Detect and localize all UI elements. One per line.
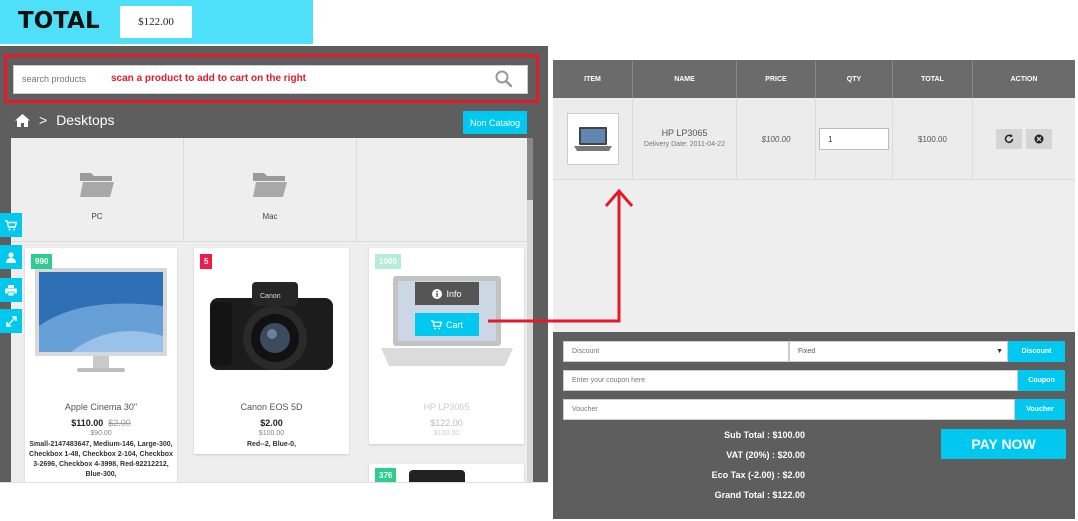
cart-item-delivery: Delivery Date: 2011-04-22 xyxy=(643,141,726,148)
pay-now-button[interactable]: PAY NOW xyxy=(941,429,1066,459)
product-subprice: $100.00 xyxy=(433,430,460,437)
product-card-partial[interactable]: 376 xyxy=(369,464,524,482)
product-name: Apple Cinema 30" xyxy=(64,402,138,412)
remove-icon xyxy=(1034,134,1044,144)
product-image xyxy=(409,470,465,482)
cart-item-image xyxy=(566,113,619,165)
cart-item-qty-cell: 1 xyxy=(816,98,893,180)
cart-row: HP LP3065 Delivery Date: 2011-04-22 $100… xyxy=(553,98,1075,180)
category-label: Mac xyxy=(262,212,278,221)
col-header-name: NAME xyxy=(633,60,737,98)
cart-item-actions xyxy=(973,98,1075,180)
vat-line: VAT (20%) : $20.00 xyxy=(726,450,805,460)
info-button[interactable]: Info xyxy=(415,282,479,305)
product-price: $2.00 xyxy=(260,418,283,428)
home-icon[interactable] xyxy=(15,113,30,127)
product-subprice: $100.00 xyxy=(258,430,285,437)
subtotal-line: Sub Total : $100.00 xyxy=(724,430,805,440)
breadcrumb-current[interactable]: Desktops xyxy=(56,112,114,128)
product-name: HP LP3065 xyxy=(423,402,470,412)
discount-type-value: Fixed xyxy=(798,348,816,355)
info-label: Info xyxy=(446,288,462,299)
col-header-item: ITEM xyxy=(553,60,633,98)
cart-icon xyxy=(5,219,17,230)
total-value: $122.00 xyxy=(120,6,192,38)
print-icon xyxy=(5,284,17,296)
folder-icon xyxy=(80,173,114,197)
expand-icon xyxy=(5,315,17,327)
stock-badge: 990 xyxy=(31,254,53,269)
breadcrumb: > Desktops xyxy=(15,111,115,129)
side-print-button[interactable] xyxy=(0,278,22,302)
panel-footer xyxy=(0,482,548,521)
discount-button[interactable]: Discount xyxy=(1008,341,1065,362)
user-icon xyxy=(6,251,16,263)
product-card-canon-eos[interactable]: Canon 5 Canon EOS 5D $2.00 $100.00 Red--… xyxy=(194,248,349,454)
voucher-input[interactable]: Voucher xyxy=(563,399,1015,420)
product-card-apple-cinema[interactable]: 990 Apple Cinema 30" $110.00 $2.00 $90.0… xyxy=(25,248,177,482)
camera-image: Canon xyxy=(210,282,333,370)
cart-item-total: $100.00 xyxy=(893,98,973,180)
non-catalog-button[interactable]: Non Catalog xyxy=(463,111,527,134)
category-pc[interactable]: PC xyxy=(11,138,184,242)
annotation-arrow xyxy=(488,188,634,323)
refresh-icon xyxy=(1004,134,1014,144)
category-mac[interactable]: Mac xyxy=(184,138,357,242)
cart-item-name-cell: HP LP3065 Delivery Date: 2011-04-22 xyxy=(633,98,737,180)
cart-header-row: ITEM NAME PRICE QTY TOTAL ACTION xyxy=(553,60,1075,98)
price-old: $2.00 xyxy=(108,418,131,428)
side-cart-button[interactable] xyxy=(0,213,22,237)
search-highlight-box xyxy=(4,54,539,103)
monitor-image xyxy=(35,268,167,372)
coupon-input[interactable]: Enter your coupon here xyxy=(563,370,1018,391)
cart-item-thumb xyxy=(553,98,633,180)
col-header-price: PRICE xyxy=(737,60,816,98)
add-to-cart-button[interactable]: Cart xyxy=(415,313,479,336)
product-price: $122.00 xyxy=(430,418,463,428)
quantity-input[interactable]: 1 xyxy=(819,128,889,150)
discount-type-select[interactable]: Fixed ▼ xyxy=(789,341,1008,362)
laptop-thumbnail xyxy=(573,127,612,151)
cart-item-name: HP LP3065 xyxy=(661,128,708,138)
stock-badge: 5 xyxy=(200,254,213,269)
product-subprice: $90.00 xyxy=(90,430,112,437)
product-options: Red--2, Blue-0, xyxy=(246,441,296,448)
grand-total-line: Grand Total : $122.00 xyxy=(714,490,805,500)
voucher-button[interactable]: Voucher xyxy=(1015,399,1065,420)
side-user-button[interactable] xyxy=(0,245,22,269)
product-grid: PC Mac 990 Apple Cinema 30" $110.00 $2.0… xyxy=(11,138,527,482)
eco-tax-line: Eco Tax (-2.00) : $2.00 xyxy=(711,470,805,480)
svg-text:Canon: Canon xyxy=(260,293,281,300)
price-current: $110.00 xyxy=(71,418,104,428)
stock-badge: 376 xyxy=(375,468,397,482)
discount-input[interactable]: Discount xyxy=(563,341,789,362)
info-icon xyxy=(432,288,443,299)
folder-icon xyxy=(253,173,287,197)
cart-icon xyxy=(431,319,442,330)
stock-badge: 1000 xyxy=(375,254,401,269)
remove-button[interactable] xyxy=(1026,129,1052,149)
col-header-qty: QTY xyxy=(816,60,893,98)
product-price: $110.00 $2.00 xyxy=(25,418,177,428)
col-header-total: TOTAL xyxy=(893,60,973,98)
breadcrumb-separator: > xyxy=(39,112,48,128)
category-label: PC xyxy=(91,212,103,221)
product-name: Canon EOS 5D xyxy=(240,402,303,412)
refresh-button[interactable] xyxy=(996,129,1022,149)
side-expand-button[interactable] xyxy=(0,309,22,333)
coupon-button[interactable]: Coupon xyxy=(1018,370,1065,391)
col-header-action: ACTION xyxy=(1010,75,1038,83)
total-label: TOTAL xyxy=(18,8,100,34)
cart-label: Cart xyxy=(445,319,463,330)
product-options: Small-2147483647, Medium-146, Large-300,… xyxy=(29,441,173,478)
cart-item-price: $100.00 xyxy=(737,98,816,180)
chevron-down-icon: ▼ xyxy=(996,348,1003,355)
